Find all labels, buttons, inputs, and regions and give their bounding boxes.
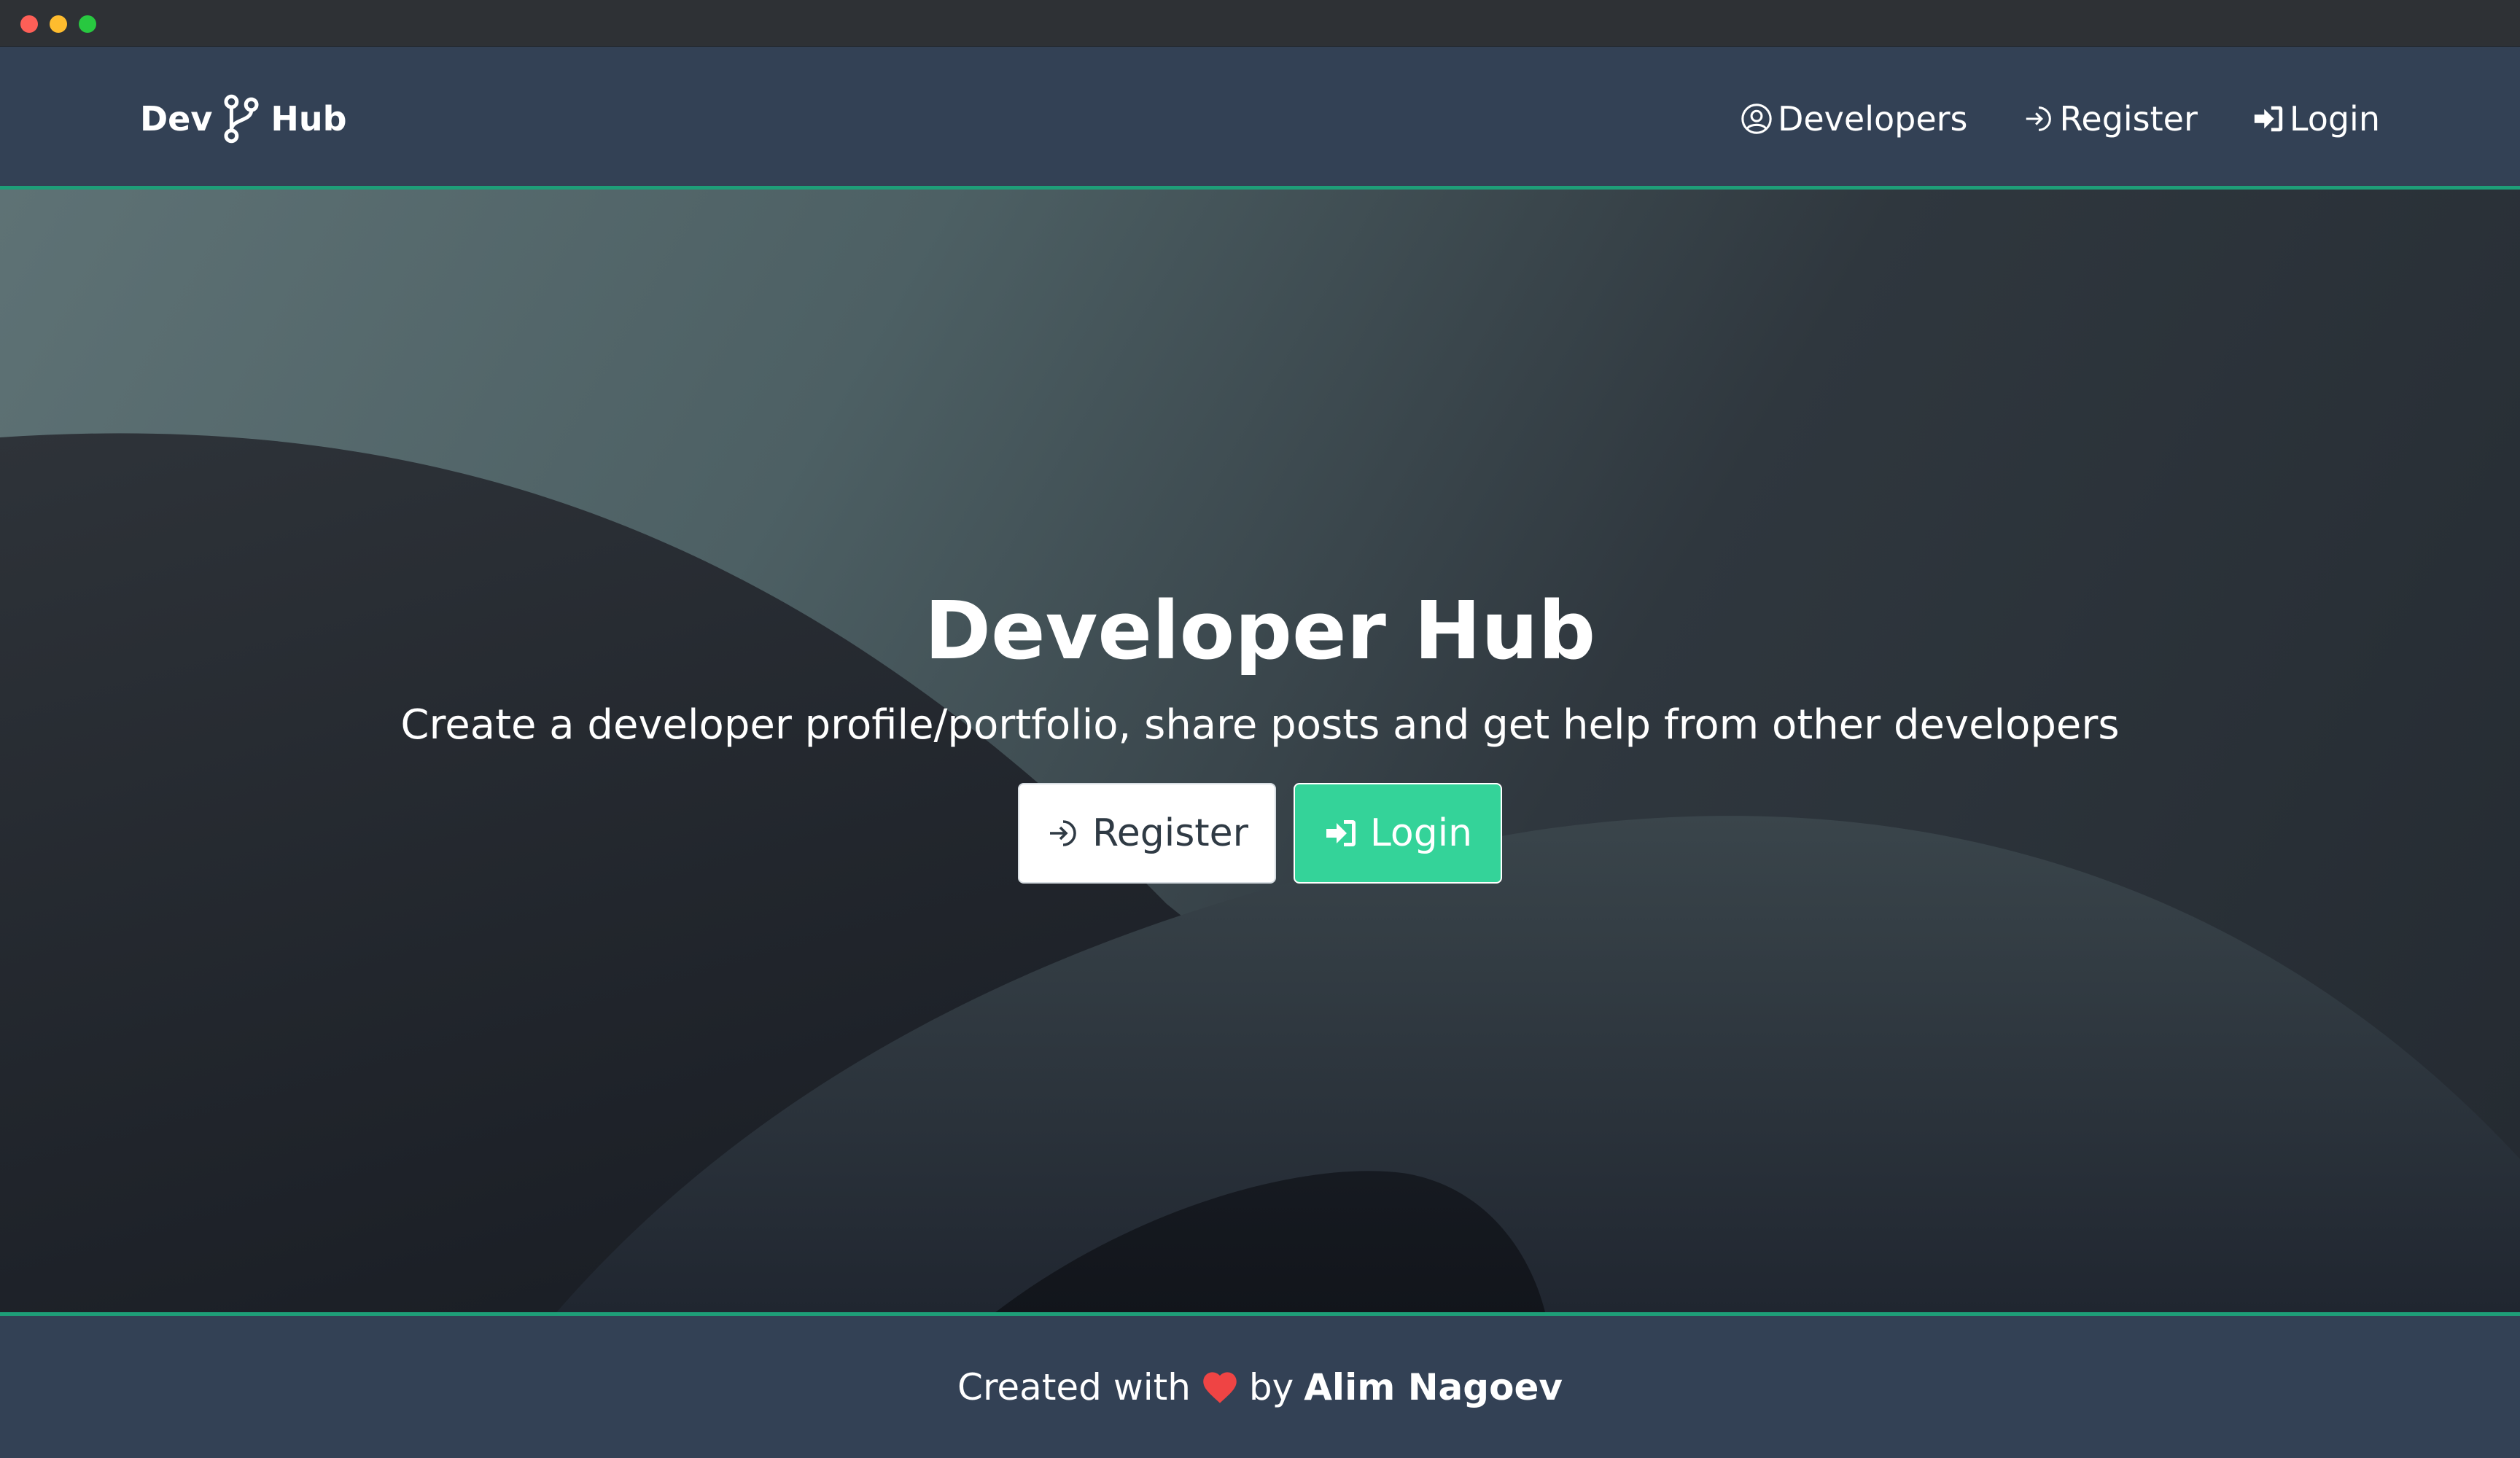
- nav-links: Developers Register Login: [1740, 86, 2380, 152]
- hero-buttons: Register Login: [0, 783, 2520, 884]
- close-window-button[interactable]: [20, 15, 38, 33]
- nav-link-developers-label: Developers: [1777, 99, 1968, 139]
- brand-text-right: Hub: [271, 99, 347, 139]
- footer-middle: by: [1248, 1365, 1294, 1408]
- register-button-label: Register: [1092, 811, 1249, 855]
- nav-link-login-label: Login: [2289, 99, 2380, 139]
- git-branch-icon: [224, 94, 259, 144]
- nav-link-login[interactable]: Login: [2252, 99, 2380, 139]
- sign-in-outline-icon: [2026, 106, 2051, 131]
- footer-author: Alim Nagoev: [1304, 1365, 1563, 1408]
- browser-window: Dev Hub Developers Register Login Develo…: [0, 0, 2520, 1458]
- hero-content: Developer Hub Create a developer profile…: [0, 583, 2520, 884]
- nav-link-register[interactable]: Register: [2022, 99, 2198, 139]
- maximize-window-button[interactable]: [79, 15, 96, 33]
- nav-link-developers[interactable]: Developers: [1740, 99, 1968, 139]
- login-button[interactable]: Login: [1294, 783, 1502, 884]
- user-circle-icon: [1741, 104, 1772, 134]
- login-button-label: Login: [1369, 811, 1473, 855]
- title-bar: [0, 0, 2520, 47]
- sign-in-solid-icon: [1326, 820, 1356, 846]
- heart-icon: [1203, 1371, 1237, 1403]
- nav-link-register-label: Register: [2059, 99, 2198, 139]
- minimize-window-button[interactable]: [50, 15, 67, 33]
- hero-section: Developer Hub Create a developer profile…: [0, 190, 2520, 1315]
- navbar: Dev Hub Developers Register Login: [0, 47, 2520, 190]
- register-button[interactable]: Register: [1018, 783, 1276, 884]
- brand-logo-link[interactable]: Dev Hub: [140, 86, 347, 152]
- hero-title: Developer Hub: [924, 584, 1596, 677]
- brand-text-left: Dev: [140, 99, 213, 139]
- footer-prefix: Created with: [957, 1365, 1191, 1408]
- sign-in-outline-icon: [1049, 820, 1076, 846]
- footer: Created with by Alim Nagoev: [0, 1312, 2520, 1458]
- hero-subtitle: Create a developer profile/portfolio, sh…: [400, 701, 2120, 749]
- sign-in-solid-icon: [2254, 106, 2283, 132]
